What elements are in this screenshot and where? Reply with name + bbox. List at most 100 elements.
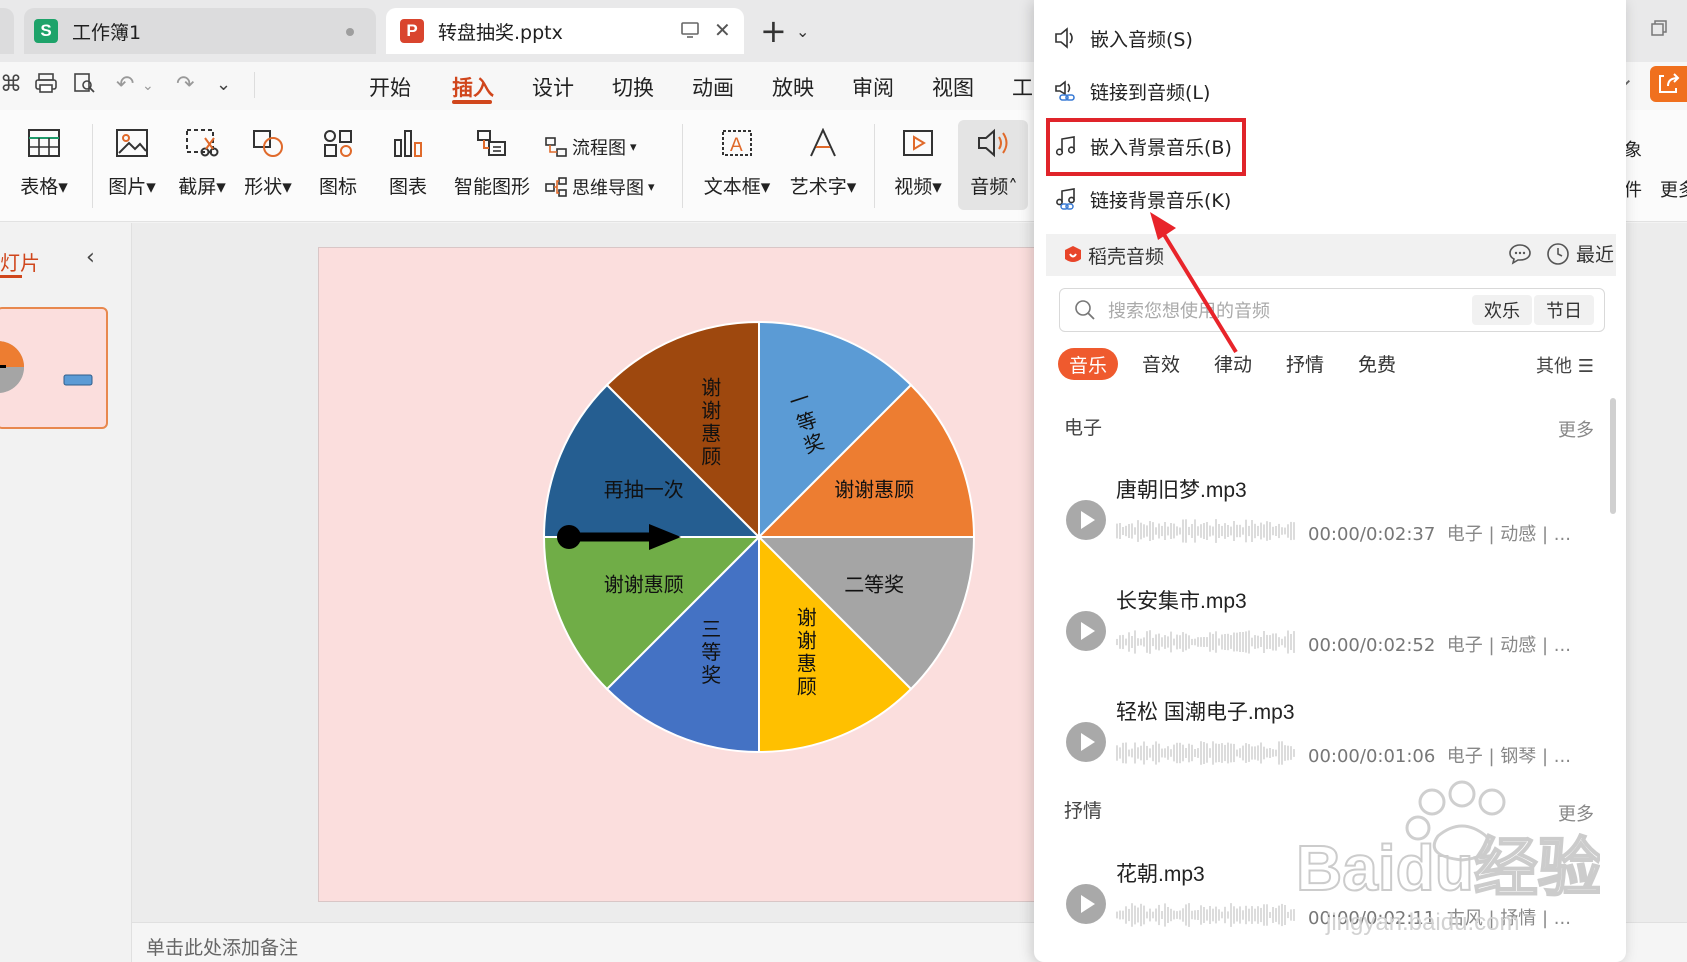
presentation-icon: P xyxy=(400,19,424,43)
audio-button[interactable]: 音频˄ xyxy=(962,110,1026,222)
menu-insert[interactable]: 插入 xyxy=(452,72,494,102)
slide-thumbnail[interactable] xyxy=(0,307,108,429)
menu-item-label: 链接背景音乐(K) xyxy=(1090,189,1232,212)
menu-slideshow[interactable]: 放映 xyxy=(772,72,814,102)
smartart-button[interactable]: 智能图形 xyxy=(450,110,534,222)
link-audio-menu-item[interactable]: 链接到音频(L) xyxy=(1054,71,1210,111)
redo-icon[interactable]: ↷ xyxy=(176,72,194,97)
chevron-down-icon[interactable]: ⌄ xyxy=(142,78,154,94)
menu-tools[interactable]: 工 xyxy=(1012,72,1033,102)
track-tags: 古风 | 抒情 | ... xyxy=(1446,908,1571,929)
menu-home[interactable]: 开始 xyxy=(369,72,411,102)
icon-label: 图标 xyxy=(318,176,357,198)
slides-tab[interactable]: 灯片 xyxy=(0,247,40,276)
prize-wheel[interactable]: 一等奖谢谢惠顾二等奖谢谢惠顾三等奖谢谢惠顾再抽一次谢谢惠顾 xyxy=(319,248,1039,903)
shape-label: 形状 xyxy=(244,176,283,198)
feedback-icon[interactable] xyxy=(1508,243,1532,269)
play-icon[interactable] xyxy=(1066,884,1106,924)
wordart-button[interactable]: 艺术字▾ xyxy=(786,110,860,222)
section-more-link[interactable]: 更多 xyxy=(1558,416,1594,442)
music-link-icon xyxy=(1056,188,1075,210)
wheel-segment-label: 谢谢惠顾 xyxy=(797,606,817,699)
category-sound-effect[interactable]: 音效 xyxy=(1142,350,1180,377)
recent-button[interactable]: 最近 xyxy=(1546,240,1614,267)
scrollbar[interactable] xyxy=(1610,398,1616,514)
play-icon[interactable] xyxy=(1066,611,1106,651)
speaker-icon xyxy=(973,124,1015,162)
menu-view[interactable]: 视图 xyxy=(932,72,974,102)
insert-icon-button[interactable]: 图标 xyxy=(310,110,366,222)
print-preview-icon[interactable] xyxy=(72,72,96,100)
waveform-icon xyxy=(1116,741,1295,765)
search-chip-festival[interactable]: 节日 xyxy=(1534,295,1594,325)
insert-picture-button[interactable]: 图片▾ xyxy=(104,110,160,222)
wheel-segment-label: 再抽一次 xyxy=(604,477,684,501)
daoke-audio-header: 稻壳音频 最近 xyxy=(1046,234,1616,276)
slide-canvas[interactable]: 一等奖 谢谢惠顾 二等奖 谢谢惠顾 三等奖 谢谢惠顾 再抽一次 谢谢惠顾 xyxy=(318,247,1038,902)
daoke-logo-icon xyxy=(1065,246,1081,262)
menu-animation[interactable]: 动画 xyxy=(692,72,734,102)
track-time: 00:00/0:01:06 xyxy=(1308,746,1436,767)
close-tab-icon[interactable]: ✕ xyxy=(714,18,731,42)
track-time: 00:00/0:02:11 xyxy=(1308,908,1436,929)
play-icon[interactable] xyxy=(1066,722,1106,762)
embed-audio-menu-item[interactable]: 嵌入音频(S) xyxy=(1054,18,1193,58)
menu-transition[interactable]: 切换 xyxy=(612,72,654,102)
mindmap-button[interactable]: 思维导图 ▾ xyxy=(544,174,655,200)
audio-track[interactable]: 花朝.mp3 00:00/0:02:11 古风 | 抒情 | ... xyxy=(1064,858,1604,948)
unsaved-dot-icon xyxy=(346,28,354,36)
category-rhythm[interactable]: 律动 xyxy=(1214,350,1252,377)
audio-dropdown-menu: 嵌入音频(S) 链接到音频(L) 嵌入背景音乐(B) 链接背景音乐(K) 稻壳音… xyxy=(1034,0,1626,962)
insert-shape-button[interactable]: 形状▾ xyxy=(240,110,296,222)
thumbnail-preview xyxy=(0,341,93,393)
highlight-box xyxy=(1046,118,1246,176)
share-button[interactable] xyxy=(1650,66,1687,102)
pin-icon[interactable]: ⌘ xyxy=(0,72,22,97)
other-categories-button[interactable]: 其他 ☰ xyxy=(1536,352,1594,378)
tab-label: 工作簿1 xyxy=(72,21,142,44)
audio-search-input[interactable]: 搜索您想使用的音频 欢乐 节日 xyxy=(1059,288,1605,332)
monitor-icon[interactable] xyxy=(680,20,700,44)
screenshot-button[interactable]: 截屏▾ xyxy=(174,110,230,222)
insert-chart-button[interactable]: 图表 xyxy=(380,110,436,222)
tab-home-fragment[interactable] xyxy=(0,8,14,54)
flowchart-button[interactable]: 流程图 ▾ xyxy=(544,134,637,160)
link-background-music-menu-item[interactable]: 链接背景音乐(K) xyxy=(1054,179,1231,219)
play-icon[interactable] xyxy=(1066,500,1106,540)
menu-review[interactable]: 审阅 xyxy=(852,72,894,102)
speaker-link-icon xyxy=(1055,80,1075,101)
track-tags: 电子 | 钢琴 | ... xyxy=(1446,746,1571,767)
collapse-panel-icon[interactable]: ‹ xyxy=(86,245,95,270)
restore-window-icon[interactable] xyxy=(1650,18,1668,43)
audio-track[interactable]: 唐朝旧梦.mp3 00:00/0:02:37 电子 | 动感 | ... xyxy=(1064,474,1604,564)
textbox-button[interactable]: A 文本框▾ xyxy=(700,110,774,222)
chart-label: 图表 xyxy=(388,176,427,198)
track-tags: 电子 | 动感 | ... xyxy=(1446,524,1571,545)
section-more-link[interactable]: 更多 xyxy=(1558,800,1594,826)
new-tab-plus-icon[interactable]: + xyxy=(760,12,787,50)
print-icon[interactable] xyxy=(34,72,58,100)
track-time: 00:00/0:02:52 xyxy=(1308,635,1436,656)
search-chip-joy[interactable]: 欢乐 xyxy=(1472,295,1532,325)
waveform-icon xyxy=(1116,903,1295,927)
flowchart-icon xyxy=(545,137,567,157)
table-label: 表格 xyxy=(20,176,59,198)
chevron-down-icon[interactable]: ⌄ xyxy=(796,22,809,41)
video-button[interactable]: 视频▾ xyxy=(890,110,946,222)
svg-text:A: A xyxy=(730,135,743,156)
wheel-segment-label: 谢谢惠顾 xyxy=(604,573,684,597)
chevron-down-icon[interactable]: ⌄ xyxy=(216,74,231,95)
more-button[interactable]: 更多 xyxy=(1660,176,1687,202)
menu-design[interactable]: 设计 xyxy=(532,72,574,102)
tab-presentation[interactable]: P 转盘抽奖.pptx ✕ xyxy=(386,8,744,54)
wordart-icon xyxy=(802,124,844,162)
tab-workbook[interactable]: S 工作簿1 xyxy=(24,8,376,54)
undo-icon[interactable]: ↶ xyxy=(116,72,134,97)
insert-table-button[interactable]: 表格▾ xyxy=(14,110,74,222)
category-music[interactable]: 音乐 xyxy=(1058,348,1118,380)
audio-track[interactable]: 长安集市.mp3 00:00/0:02:52 电子 | 动感 | ... xyxy=(1064,585,1604,675)
audio-track[interactable]: 轻松 国潮电子.mp3 00:00/0:01:06 电子 | 钢琴 | ... xyxy=(1064,696,1604,786)
category-lyrical[interactable]: 抒情 xyxy=(1286,350,1324,377)
active-menu-underline xyxy=(452,100,492,104)
category-free[interactable]: 免费 xyxy=(1358,350,1396,377)
